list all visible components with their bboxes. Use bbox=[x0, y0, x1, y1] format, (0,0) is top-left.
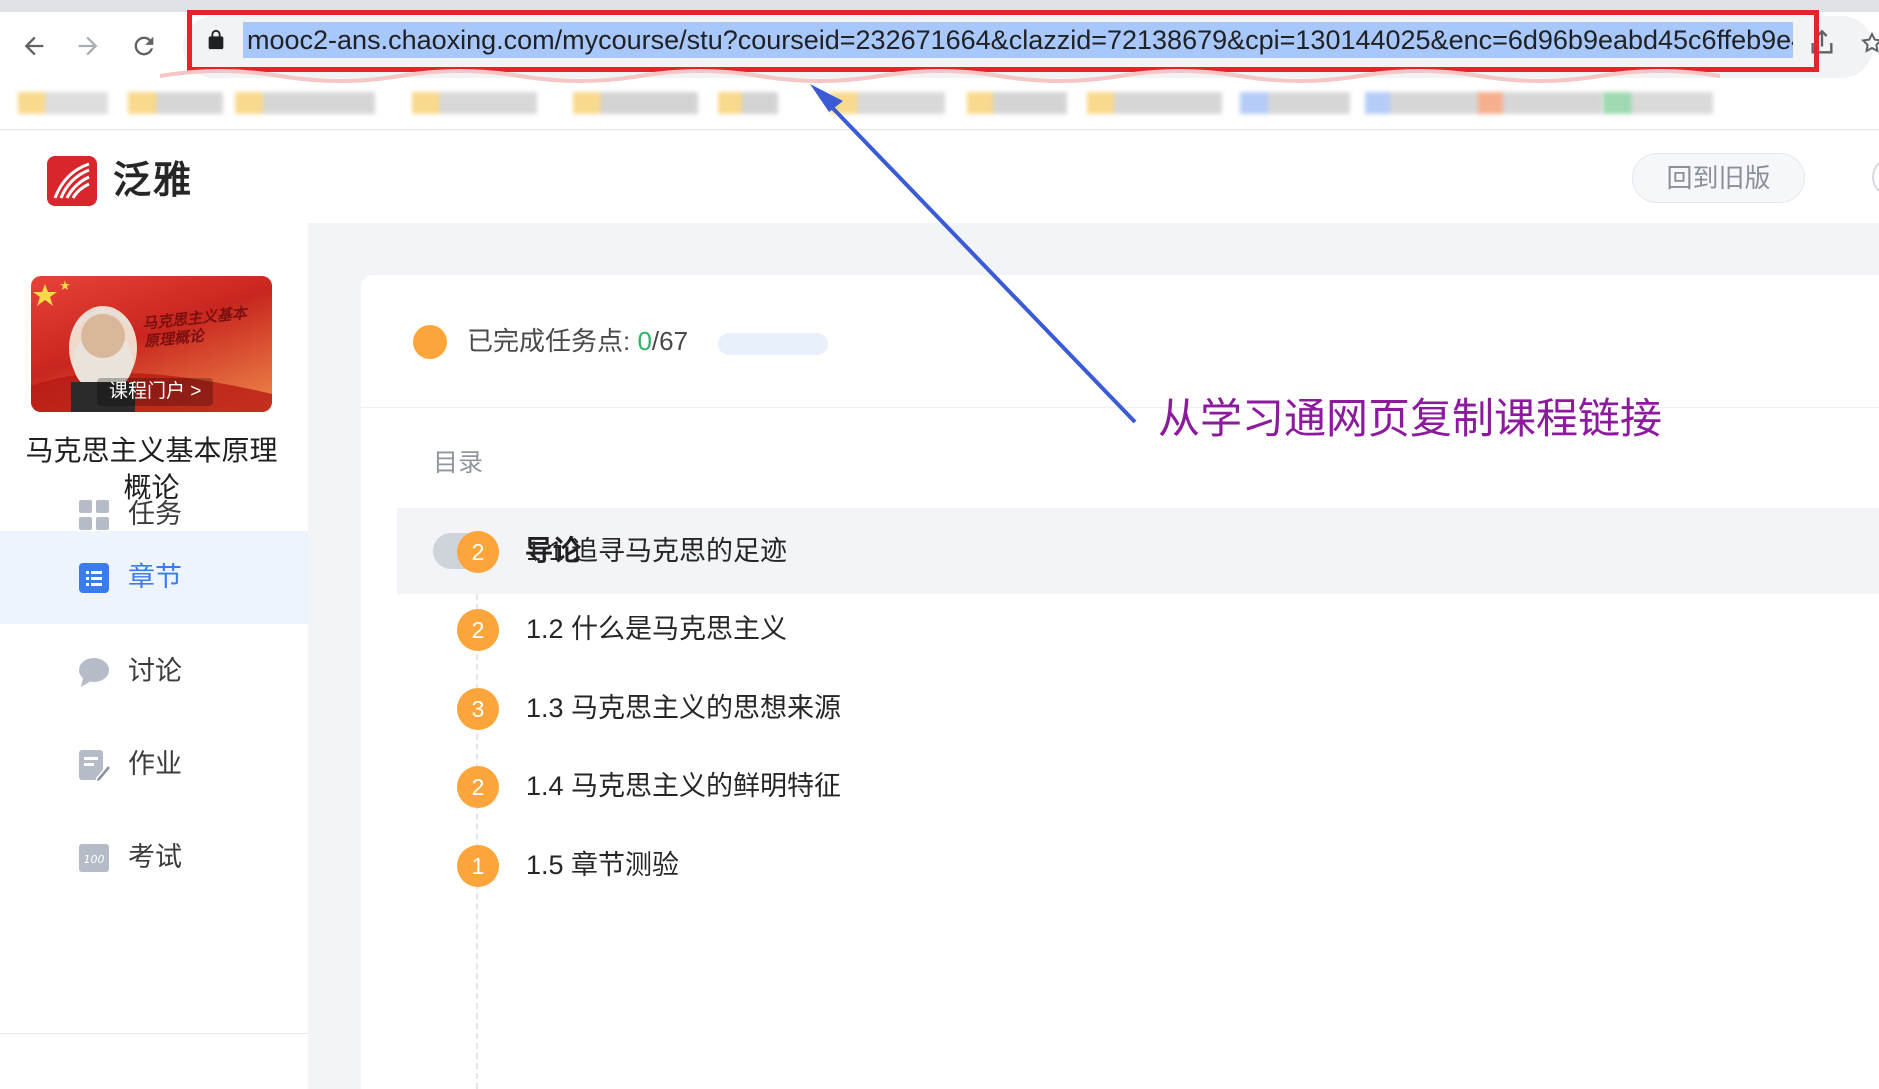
course-portal-link[interactable]: 课程门户 > bbox=[97, 378, 214, 406]
course-cover-image[interactable]: 马克思主义基本原理概论 课程门户 > bbox=[31, 276, 272, 412]
user-avatar[interactable] bbox=[1872, 157, 1879, 197]
sidebar: 马克思主义基本原理概论 课程门户 > 马克思主义基本原理概论 任务 章节 讨论 bbox=[0, 223, 308, 1089]
back-to-old-version-button[interactable]: 回到旧版 bbox=[1632, 153, 1805, 203]
blurred-bookmark[interactable] bbox=[1603, 92, 1713, 114]
blurred-bookmark[interactable] bbox=[1240, 92, 1350, 114]
lesson-task-count-badge: 1 bbox=[457, 845, 499, 887]
lesson-task-count-badge: 2 bbox=[457, 531, 499, 573]
blurred-bookmark[interactable] bbox=[967, 92, 1067, 114]
lesson-task-count-badge: 2 bbox=[457, 766, 499, 808]
brand-name[interactable]: 泛雅 bbox=[113, 157, 193, 205]
sidebar-divider bbox=[0, 1033, 308, 1034]
reload-icon bbox=[134, 36, 154, 56]
blurred-bookmark[interactable] bbox=[128, 92, 223, 114]
sidebar-item-label: 讨论 bbox=[128, 656, 182, 686]
lesson-item[interactable]: 3 1.3 马克思主义的思想来源 bbox=[361, 678, 1879, 738]
app-header: 泛雅 回到旧版 bbox=[0, 131, 1879, 223]
progress-label: 已完成任务点: bbox=[467, 326, 638, 356]
lesson-title[interactable]: 1.5 章节测验 bbox=[526, 835, 679, 895]
blurred-bookmark[interactable] bbox=[412, 92, 537, 114]
lesson-item[interactable]: 2 1.4 马克思主义的鲜明特征 bbox=[361, 756, 1879, 816]
sidebar-item-label: 考试 bbox=[128, 842, 182, 872]
progress-done-count: 0 bbox=[637, 326, 652, 356]
list-icon bbox=[79, 563, 109, 593]
annotation-text: 从学习通网页复制课程链接 bbox=[1158, 395, 1663, 442]
lesson-title[interactable]: 1.1 追寻马克思的足迹 bbox=[526, 521, 787, 581]
sidebar-item-discussion[interactable]: 讨论 bbox=[0, 625, 308, 718]
lesson-task-count-badge: 2 bbox=[457, 609, 499, 651]
lesson-item[interactable]: 2 1.2 什么是马克思主义 bbox=[361, 599, 1879, 659]
lesson-title[interactable]: 1.2 什么是马克思主义 bbox=[526, 599, 787, 659]
forward-button[interactable] bbox=[66, 24, 110, 68]
progress-summary: 已完成任务点: 0/67 bbox=[361, 275, 1879, 408]
blurred-bookmark[interactable] bbox=[1365, 92, 1480, 114]
lesson-task-count-badge: 3 bbox=[457, 688, 499, 730]
sidebar-item-label: 章节 bbox=[128, 562, 182, 592]
blurred-bookmark[interactable] bbox=[830, 92, 945, 114]
progress-status-icon bbox=[413, 325, 447, 359]
sidebar-item-exam[interactable]: 100 考试 bbox=[0, 811, 308, 904]
back-button[interactable] bbox=[12, 24, 56, 68]
blurred-bookmark[interactable] bbox=[235, 92, 375, 114]
chat-icon bbox=[79, 658, 109, 687]
progress-total-count: /67 bbox=[651, 326, 689, 356]
star-icon[interactable] bbox=[1860, 29, 1879, 57]
blurred-bookmark[interactable] bbox=[1478, 92, 1603, 114]
sidebar-item-chapters[interactable]: 章节 bbox=[0, 531, 308, 624]
lesson-item[interactable]: 2 1.1 追寻马克思的足迹 bbox=[361, 521, 1879, 581]
fanya-logo-icon[interactable] bbox=[47, 156, 97, 206]
blurred-bookmark[interactable] bbox=[1087, 92, 1222, 114]
lesson-title[interactable]: 1.4 马克思主义的鲜明特征 bbox=[526, 756, 841, 816]
progress-bar bbox=[718, 333, 828, 355]
lesson-title[interactable]: 1.3 马克思主义的思想来源 bbox=[526, 678, 841, 738]
svg-text:100: 100 bbox=[84, 853, 105, 866]
back-icon bbox=[24, 36, 44, 56]
lesson-item[interactable]: 1 1.5 章节测验 bbox=[361, 835, 1879, 895]
edit-icon bbox=[79, 750, 111, 782]
exam-icon: 100 bbox=[79, 844, 109, 872]
grid-icon bbox=[79, 500, 109, 530]
blurred-bookmark[interactable] bbox=[18, 92, 108, 114]
sidebar-item-label: 作业 bbox=[128, 749, 182, 779]
forward-icon bbox=[78, 36, 98, 56]
progress-text: 已完成任务点: 0/67 bbox=[467, 321, 688, 361]
sidebar-item-homework[interactable]: 作业 bbox=[0, 718, 308, 811]
toc-heading: 目录 bbox=[433, 449, 484, 477]
blurred-bookmark[interactable] bbox=[573, 92, 698, 114]
blurred-bookmark[interactable] bbox=[718, 92, 778, 114]
